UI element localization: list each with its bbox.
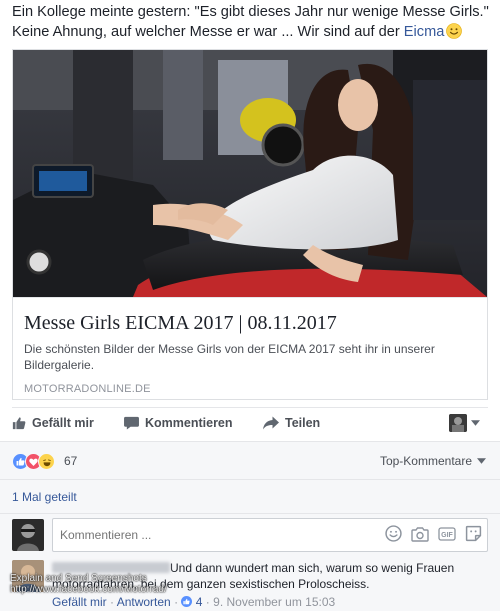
comment-text-line2: motorradfahren, bei dem ganzen sexistisc…: [52, 577, 370, 591]
reaction-icons[interactable]: [12, 453, 55, 470]
comment-button[interactable]: Kommentieren: [124, 416, 233, 430]
eicma-link[interactable]: Eicma: [404, 24, 445, 40]
camera-icon[interactable]: [411, 526, 429, 542]
preview-description: Die schönsten Bilder der Messe Girls von…: [24, 342, 435, 372]
comment-body: Und dann wundert man sich, warum so weni…: [52, 560, 482, 592]
preview-domain: MOTORRADONLINE.DE: [24, 383, 151, 395]
reactions-bar: 67 Top-Kommentare: [0, 441, 500, 479]
post-action-bar: Gefällt mir Kommentieren Teilen: [12, 407, 488, 439]
chevron-down-icon: [477, 458, 486, 464]
comment-timestamp[interactable]: 9. November um 15:03: [213, 595, 335, 609]
smile-emoji-icon: [446, 23, 463, 39]
comment-sort-label: Top-Kommentare: [379, 454, 472, 468]
current-user-avatar: [12, 519, 44, 551]
meta-separator: ·: [174, 595, 182, 609]
link-preview-card[interactable]: Messe Girls EICMA 2017 | 08.11.2017 Die …: [12, 49, 488, 400]
svg-text:GIF: GIF: [441, 532, 453, 539]
gif-icon[interactable]: GIF: [438, 526, 456, 541]
chevron-down-icon: [471, 420, 480, 426]
motorcycle-show-photo: [13, 50, 487, 297]
page-avatar: [449, 414, 467, 432]
commenter-avatar[interactable]: [12, 560, 44, 592]
like-button[interactable]: Gefällt mir: [12, 416, 94, 430]
preview-title[interactable]: Messe Girls EICMA 2017 | 08.11.2017: [24, 311, 476, 335]
post-text-line2: Keine Ahnung, auf welcher Messe er war .…: [12, 22, 494, 42]
comment-reply-link[interactable]: Antworten: [117, 595, 171, 609]
post-text-line2-prefix: Keine Ahnung, auf welcher Messe er war .…: [12, 24, 404, 40]
comment-reaction-count[interactable]: 4: [196, 595, 203, 609]
comment-bubble-icon: [124, 416, 139, 430]
sticker-icon[interactable]: [465, 525, 482, 542]
comment-text-line1: Und dann wundert man sich, warum so weni…: [170, 561, 455, 575]
commenter-name-blurred[interactable]: [52, 562, 170, 573]
share-count-link[interactable]: 1 Mal geteilt: [12, 490, 77, 504]
comment-button-label: Kommentieren: [145, 416, 233, 430]
preview-image[interactable]: [13, 50, 487, 297]
preview-body[interactable]: Messe Girls EICMA 2017 | 08.11.2017 Die …: [13, 297, 487, 399]
composer-icons: GIF: [385, 525, 482, 542]
haha-reaction-icon: [38, 453, 55, 470]
comment-composer: GIF: [0, 513, 500, 555]
comment-like-link[interactable]: Gefällt mir: [52, 595, 107, 609]
meta-separator: ·: [110, 595, 117, 609]
share-button-label: Teilen: [285, 416, 321, 430]
like-reaction-icon: [181, 596, 193, 607]
emoji-picker-icon[interactable]: [385, 525, 402, 542]
thumbs-up-icon: [12, 417, 26, 430]
post-text-line1: Ein Kollege meinte gestern: "Es gibt die…: [12, 4, 489, 20]
comment-sort-dropdown[interactable]: Top-Kommentare: [380, 454, 486, 468]
post-text: Ein Kollege meinte gestern: "Es gibt die…: [12, 2, 494, 42]
reaction-count[interactable]: 67: [64, 454, 77, 468]
like-button-label: Gefällt mir: [32, 416, 94, 430]
post-as-selector[interactable]: [449, 414, 480, 432]
comment-meta: Gefällt mir · Antworten · 4 · 9. Novembe…: [52, 595, 335, 609]
shares-row: 1 Mal geteilt: [0, 479, 500, 513]
comment-item: Und dann wundert man sich, warum so weni…: [0, 555, 500, 611]
share-arrow-icon: [263, 416, 279, 430]
share-button[interactable]: Teilen: [263, 416, 320, 430]
